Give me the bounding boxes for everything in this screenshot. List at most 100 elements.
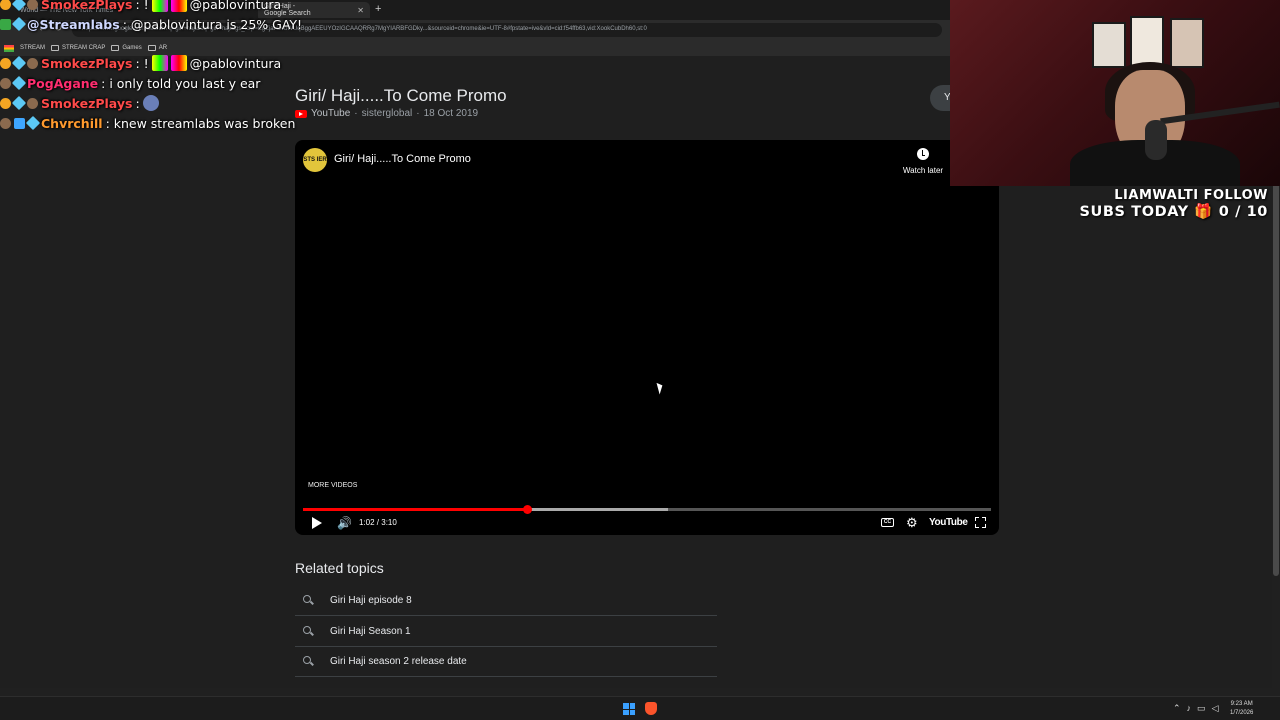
related-topic-label: Giri Haji episode 8: [330, 595, 412, 606]
folder-icon: [147, 45, 156, 51]
progress-bar[interactable]: [303, 505, 991, 514]
watch-later-label: Watch later: [902, 166, 944, 175]
microphone-icon[interactable]: ♪: [1187, 703, 1192, 714]
avatar-badge-icon: [0, 77, 11, 89]
avatar-badge-icon: [0, 117, 11, 129]
subscriber-badge-icon: [0, 0, 11, 10]
avatar-badge-icon: [27, 57, 38, 69]
chevron-up-icon[interactable]: ⌃: [1173, 703, 1181, 714]
speaker-icon[interactable]: ◁: [1212, 703, 1219, 714]
chat-mention: @pablovintura: [189, 55, 282, 71]
clock-icon: [917, 148, 929, 160]
rainbow-emote-icon: [170, 55, 187, 71]
folder-icon: [111, 45, 120, 51]
scrollbar-thumb[interactable]: [1273, 146, 1279, 576]
chat-text: : !: [135, 55, 149, 71]
chat-message: PogAgane : i only told you last y ear: [0, 73, 260, 93]
search-icon: [303, 656, 311, 664]
bookmark-games[interactable]: Games: [111, 45, 142, 51]
sword-badge-icon: [11, 16, 27, 32]
bookmark-label: AR: [158, 45, 168, 51]
moderator-badge-icon: [0, 18, 11, 30]
related-topics-heading: Related topics: [295, 560, 384, 576]
related-topic-item[interactable]: Giri Haji season 2 release date: [295, 647, 717, 677]
brave-browser-icon[interactable]: [645, 702, 657, 715]
windows-taskbar: ⌃ ♪ ▭ ◁ 9:23 AM 1/7/2026: [0, 696, 1280, 720]
bookmark-label: STREAM: [20, 45, 46, 51]
result-source: YouTube: [311, 108, 351, 119]
bookmark-label: Games: [122, 45, 142, 51]
related-topic-item[interactable]: Giri Haji episode 8: [295, 586, 717, 616]
chat-text: : !: [135, 0, 149, 12]
captions-icon[interactable]: CC: [881, 518, 894, 527]
more-videos-button[interactable]: MORE VIDEOS: [308, 482, 357, 489]
close-icon[interactable]: ✕: [357, 6, 364, 15]
player-controls: 🔊 1:02 / 3:10 CC ⚙ YouTube: [295, 514, 999, 532]
wall-frame: [1170, 18, 1204, 68]
chat-username: PogAgane: [27, 75, 99, 91]
follow-goal-widget: LIAMWALTI FOLLOW SUBS TODAY 🎁 0 / 10: [1040, 188, 1268, 220]
result-channel: sisterglobal: [361, 108, 413, 119]
network-icon[interactable]: ▭: [1197, 703, 1206, 714]
progress-scrubber[interactable]: [522, 505, 532, 514]
gear-icon[interactable]: ⚙: [906, 515, 918, 531]
sword-badge-icon: [25, 115, 41, 131]
sword-badge-icon: [11, 0, 27, 12]
cube-badge-icon: [14, 117, 25, 129]
follow-goal-line2: SUBS TODAY 🎁 0 / 10: [1079, 204, 1268, 220]
folder-icon: [51, 45, 60, 51]
taskbar-clock[interactable]: 9:23 AM 1/7/2026: [1230, 700, 1253, 718]
system-tray: ⌃ ♪ ▭ ◁: [1173, 703, 1218, 714]
microphone-icon: [1145, 120, 1167, 160]
sword-badge-icon: [11, 55, 27, 71]
webcam-overlay: [950, 0, 1280, 186]
horizontal-scrollbar[interactable]: [0, 688, 1280, 696]
bookmark-stream[interactable]: STREAM: [20, 45, 45, 51]
youtube-logo[interactable]: YouTube: [929, 517, 968, 528]
chat-text: : i only told you last y ear: [101, 75, 261, 91]
chat-text: :: [135, 95, 140, 111]
meta-separator: ·: [416, 108, 420, 119]
wall-frame: [1130, 16, 1164, 68]
sword-badge-icon: [11, 95, 27, 111]
chat-message: SmokezPlays : ! @pablovintura: [0, 53, 281, 73]
chat-username: Chvrchill: [41, 115, 103, 131]
time-display: 1:02 / 3:10: [359, 518, 397, 527]
video-title[interactable]: Giri/ Haji.....To Come Promo: [334, 153, 471, 165]
result-title[interactable]: Giri/ Haji.....To Come Promo: [295, 86, 507, 106]
chat-text: : knew streamlabs was broken: [105, 115, 296, 131]
chat-username: SmokezPlays: [41, 55, 133, 71]
watch-later-button[interactable]: Watch later: [895, 148, 951, 175]
chat-message: SmokezPlays :: [0, 93, 159, 113]
related-topic-item[interactable]: Giri Haji Season 1: [295, 617, 717, 647]
fullscreen-icon[interactable]: [975, 517, 986, 528]
volume-icon[interactable]: 🔊: [337, 516, 352, 530]
play-icon[interactable]: [312, 517, 322, 529]
windows-start-icon[interactable]: [623, 703, 635, 715]
video-player[interactable]: STS IER Giri/ Haji.....To Come Promo Wat…: [295, 140, 999, 535]
face-emote-icon: [142, 95, 159, 111]
avatar-badge-icon: [27, 97, 38, 109]
rainbow-emote-icon: [170, 0, 187, 12]
subscriber-badge-icon: [0, 57, 11, 69]
result-date: 18 Oct 2019: [423, 108, 479, 119]
chat-message: Chvrchill : knew streamlabs was broken: [0, 113, 295, 133]
rainbow-emote-icon: [151, 0, 168, 12]
search-icon: [303, 595, 311, 603]
channel-avatar[interactable]: STS IER: [303, 148, 327, 172]
related-topic-label: Giri Haji season 2 release date: [330, 656, 467, 667]
new-tab-icon[interactable]: +: [375, 3, 381, 15]
related-topic-label: Giri Haji Season 1: [330, 626, 411, 637]
avatar-badge-icon: [27, 0, 38, 10]
follow-goal-line1: LIAMWALTI FOLLOW: [1114, 188, 1268, 203]
bookmark-ar[interactable]: AR: [147, 45, 168, 51]
chat-username: SmokezPlays: [41, 95, 133, 111]
chat-text: : @pablovintura is 25% GAY!: [122, 16, 303, 32]
clock-time: 9:23 AM: [1230, 701, 1253, 707]
youtube-icon: [295, 109, 307, 118]
result-meta: YouTube · sisterglobal · 18 Oct 2019: [295, 108, 478, 119]
chat-username: SmokezPlays: [41, 0, 133, 12]
wall-frame: [1092, 22, 1126, 68]
bookmark-stream-crap[interactable]: STREAM CRAP: [51, 45, 105, 51]
search-icon: [303, 626, 311, 634]
